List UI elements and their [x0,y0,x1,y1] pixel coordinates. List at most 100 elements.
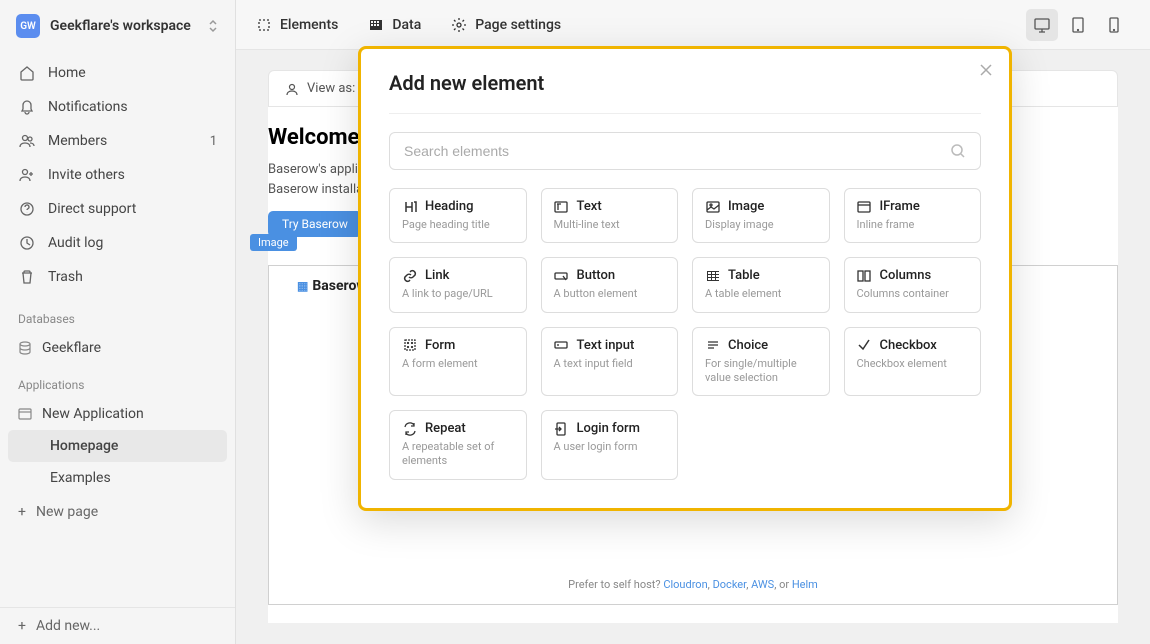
search-box[interactable] [389,132,981,170]
element-desc: A button element [554,287,666,301]
device-desktop-button[interactable] [1026,9,1058,41]
text-icon [554,199,569,214]
tab-page-settings[interactable]: Page settings [451,17,561,33]
tab-elements[interactable]: Elements [256,17,338,33]
element-desc: For single/multiple value selection [705,357,817,386]
element-desc: A link to page/URL [402,287,514,301]
element-card-checkbox[interactable]: Checkbox Checkbox element [844,327,982,397]
sidebar: GW Geekflare's workspace Home Notificati… [0,0,236,644]
nav-label: Members [48,133,107,149]
element-name: Link [425,268,449,283]
database-name: Geekflare [42,340,101,356]
bell-icon [18,98,36,116]
try-baserow-button[interactable]: Try Baserow Image [268,211,362,237]
element-card-text-input[interactable]: Text inputA text input field [541,327,679,397]
invite-icon [18,166,36,184]
element-desc: A text input field [554,357,666,371]
gear-icon [451,17,467,33]
element-desc: A form element [402,357,514,371]
image-icon [705,199,720,214]
element-card-table[interactable]: Table A table element [692,257,830,312]
nav-home[interactable]: Home [8,56,227,90]
chevron-updown-icon [207,18,219,34]
add-new-button[interactable]: + Add new... [0,607,235,644]
nav-audit[interactable]: Audit log [8,226,227,260]
nav-trash[interactable]: Trash [8,260,227,294]
element-card-repeat[interactable]: RepeatA repeatable set of elements [389,410,527,480]
element-desc: Checkbox element [857,357,969,371]
plus-icon: + [18,618,26,634]
element-name: IFrame [880,199,920,214]
element-name: Text [577,199,602,214]
search-input[interactable] [404,143,950,159]
page-item-examples[interactable]: Examples [8,462,227,494]
button-icon [554,268,569,283]
application-name: New Application [42,406,144,422]
element-selection-label: Image [250,234,297,251]
tab-label: Elements [280,17,338,33]
elements-icon [256,17,272,33]
self-host-link-cloudron[interactable]: Cloudron [663,578,707,591]
nav-label: Invite others [48,167,125,183]
nav-label: Trash [48,269,83,285]
element-name: Choice [728,338,768,353]
link-icon [402,268,417,283]
close-button[interactable] [979,63,993,77]
device-tablet-button[interactable] [1062,9,1094,41]
self-host-link-aws[interactable]: AWS [751,578,774,591]
tab-data[interactable]: Data [368,17,421,33]
element-card-heading[interactable]: HeadingPage heading title [389,188,527,243]
table-icon [705,268,720,283]
add-new-label: Add new... [36,618,100,634]
nav-notifications[interactable]: Notifications [8,90,227,124]
element-card-button[interactable]: Button A button element [541,257,679,312]
element-card-iframe[interactable]: IFrame Inline frame [844,188,982,243]
checkbox-icon [857,338,872,353]
columns-icon [857,268,872,283]
repeat-icon [402,421,417,436]
self-host-link-docker[interactable]: Docker [713,578,747,591]
element-name: Table [728,268,760,283]
element-name: Form [425,338,455,353]
element-desc: Multi-line text [554,218,666,232]
nav-support[interactable]: Direct support [8,192,227,226]
application-item[interactable]: New Application [0,398,235,430]
preview-logo: ▦ Baserow [297,278,367,294]
element-card-image[interactable]: ImageDisplay image [692,188,830,243]
new-page-button[interactable]: + New page [0,494,235,530]
workspace-avatar: GW [16,14,40,38]
nav-members[interactable]: Members 1 [8,124,227,158]
device-mobile-button[interactable] [1098,9,1130,41]
heading-icon [402,199,417,214]
iframe-icon [857,199,872,214]
tab-label: Page settings [475,17,561,33]
search-icon [950,143,966,159]
database-item[interactable]: Geekflare [0,332,235,364]
element-card-text[interactable]: Text Multi-line text [541,188,679,243]
element-desc: Inline frame [857,218,969,232]
element-name: Repeat [425,421,466,436]
element-desc: Page heading title [402,218,514,232]
element-name: Button [577,268,616,283]
support-icon [18,200,36,218]
element-card-link[interactable]: Link A link to page/URL [389,257,527,312]
element-desc: A table element [705,287,817,301]
nav-label: Audit log [48,235,103,251]
nav-invite[interactable]: Invite others [8,158,227,192]
page-item-homepage[interactable]: Homepage [8,430,227,462]
workspace-switcher[interactable]: GW Geekflare's workspace [0,0,235,52]
nav-label: Notifications [48,99,128,115]
element-desc: Display image [705,218,817,232]
element-card-choice[interactable]: Choice For single/multiple value selectio… [692,327,830,397]
trash-icon [18,268,36,286]
nav-label: Direct support [48,201,136,217]
element-card-form[interactable]: Form A form element [389,327,527,397]
element-card-columns[interactable]: ColumnsColumns container [844,257,982,312]
element-card-login-form[interactable]: Login formA user login form [541,410,679,480]
device-preview-group [1026,9,1130,41]
tab-label: Data [392,17,421,33]
database-icon [18,341,32,355]
element-name: Checkbox [880,338,937,353]
self-host-link-helm[interactable]: Helm [792,578,818,591]
form-icon [402,338,417,353]
